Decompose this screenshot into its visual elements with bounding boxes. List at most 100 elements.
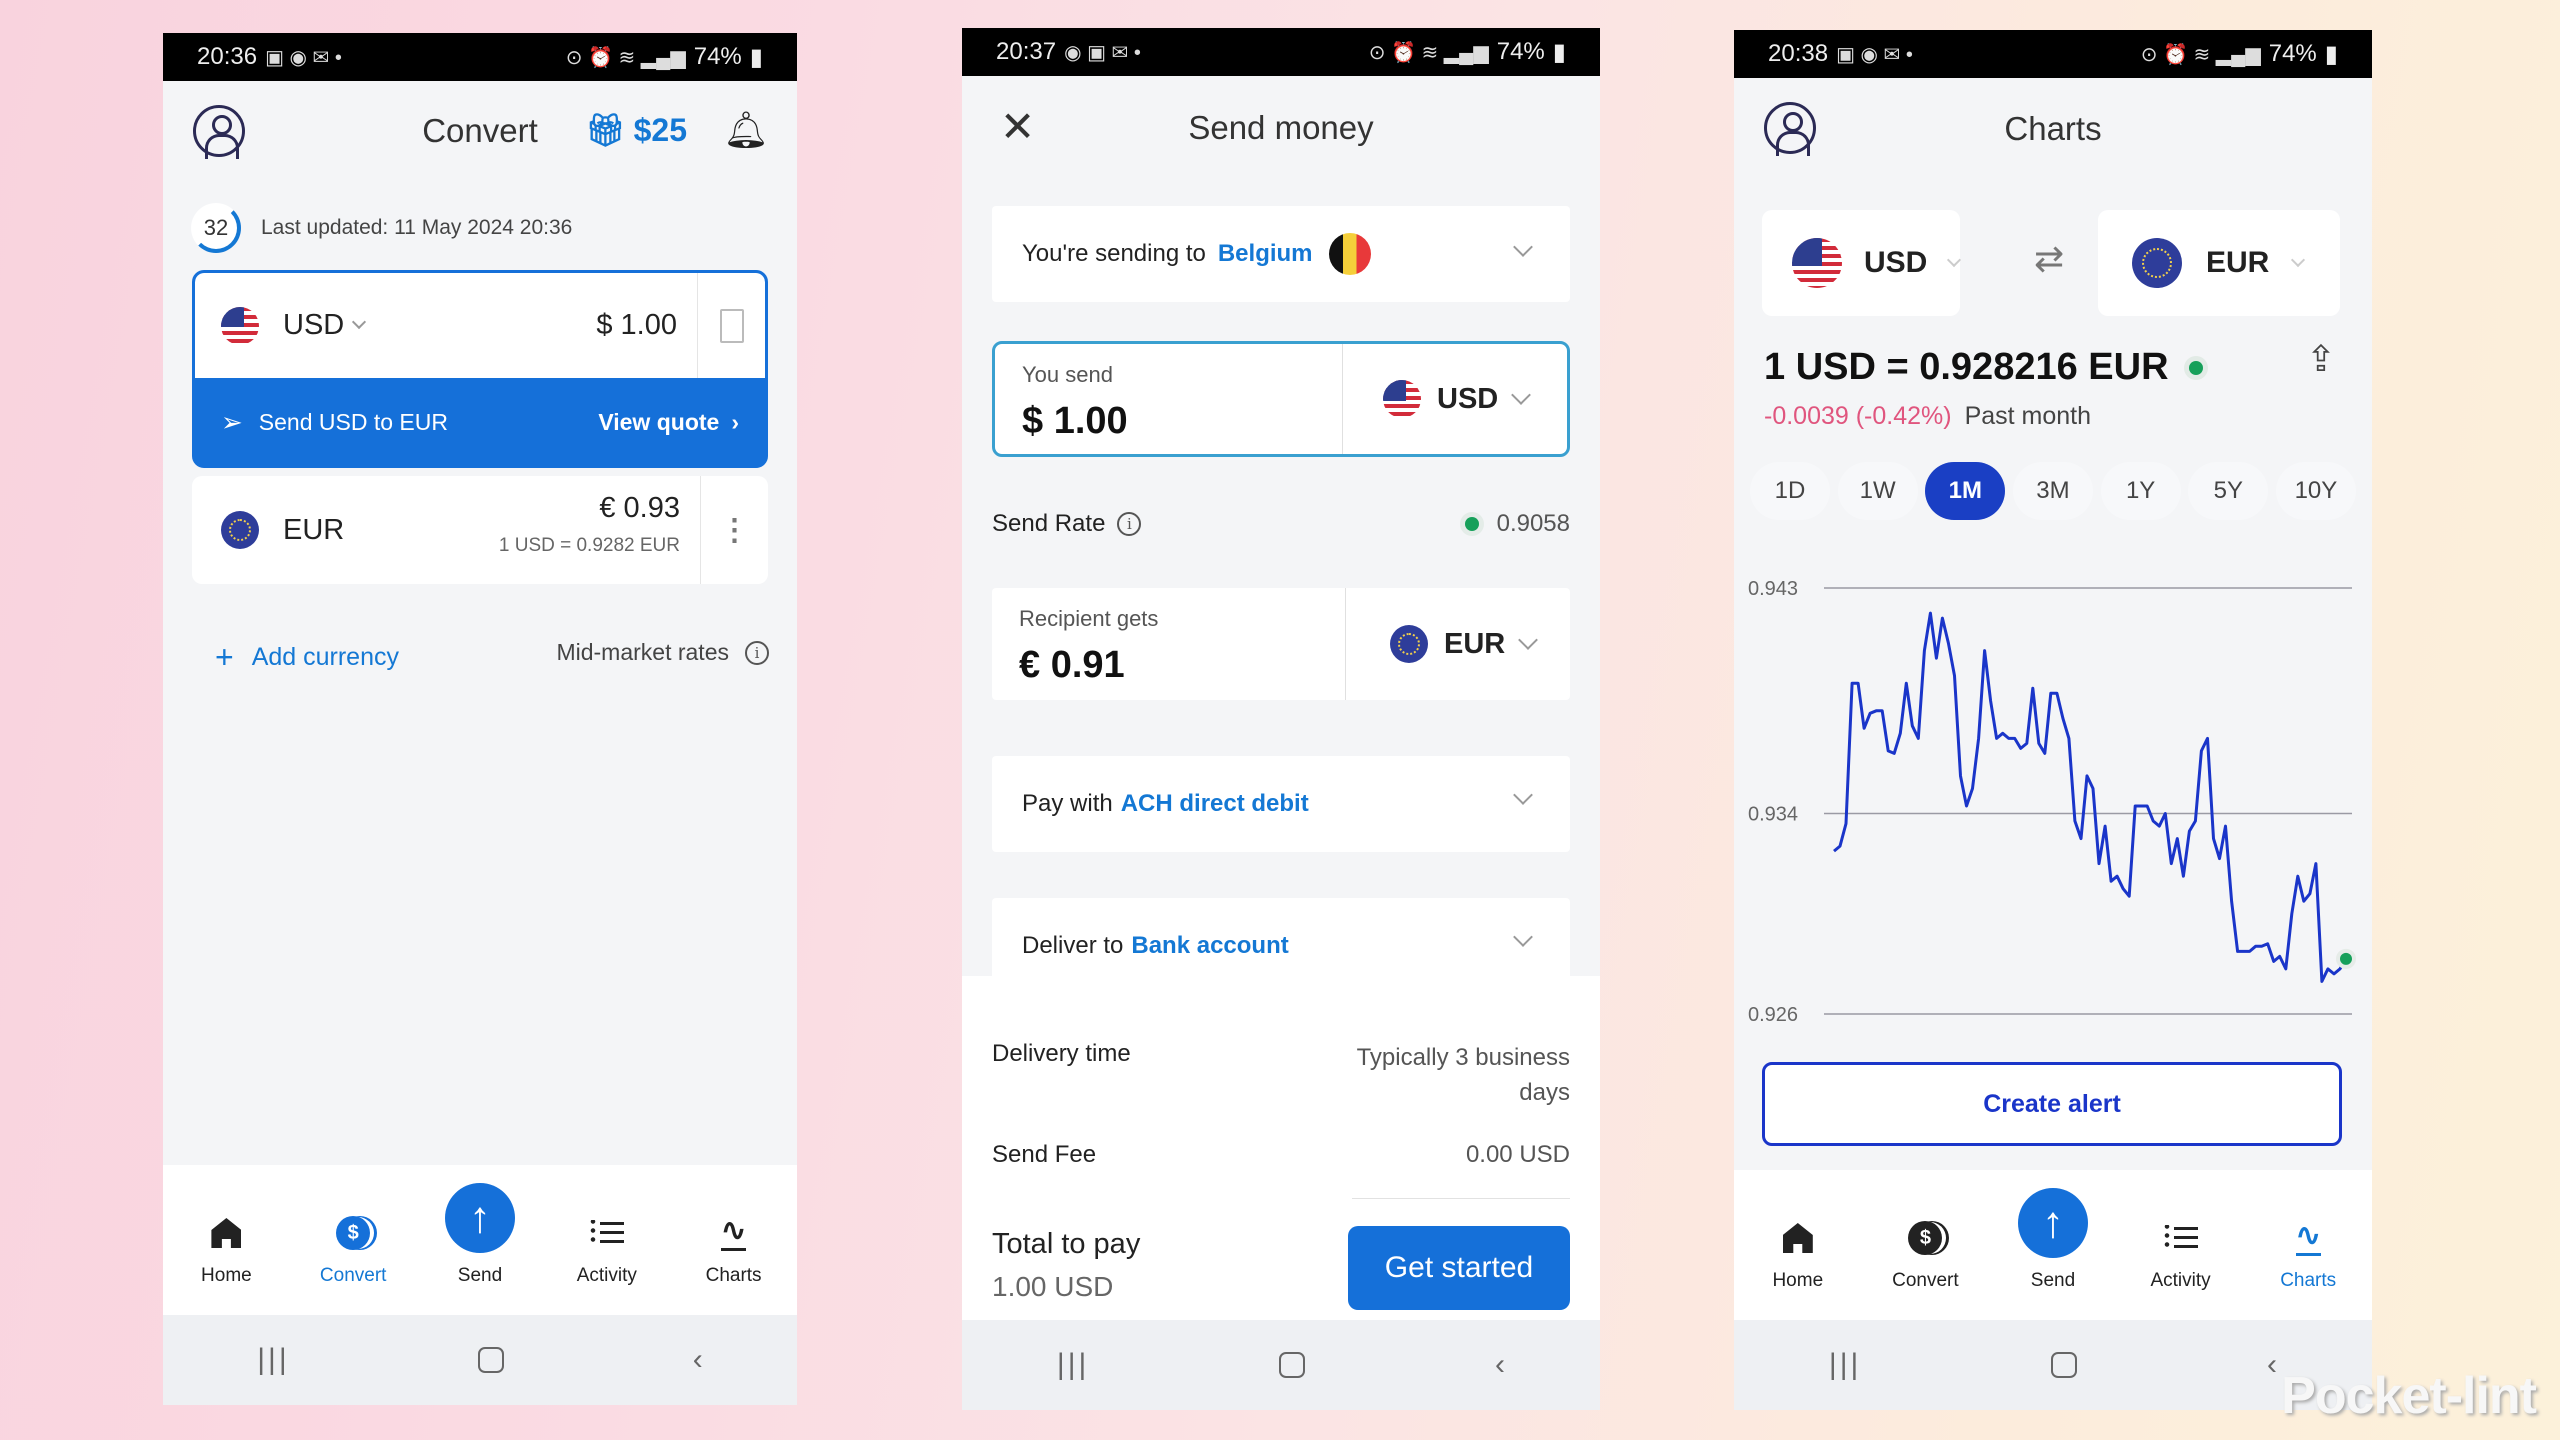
y-tick-label: 0.943 (1748, 578, 1798, 600)
nav-convert[interactable]: $ Convert (303, 1213, 403, 1287)
home-button[interactable] (2051, 1352, 2078, 1378)
source-currency-code[interactable]: USD (283, 309, 344, 342)
range-tab-10y[interactable]: 10Y (2275, 462, 2356, 520)
more-options-icon[interactable]: ⋮ (700, 476, 768, 584)
from-currency-selector[interactable]: USD (1762, 210, 1962, 316)
calculator-icon[interactable] (697, 273, 765, 378)
send-rate-label: Send Rate (992, 510, 1106, 537)
nav-charts-label: Charts (705, 1265, 762, 1286)
home-button[interactable] (478, 1347, 505, 1373)
destination-selector[interactable]: You're sending to Belgium (992, 206, 1570, 302)
last-updated-text: Last updated: 11 May 2024 20:36 (261, 216, 573, 239)
nav-activity-label: Activity (2150, 1270, 2211, 1291)
add-currency-button[interactable]: + Add currency (215, 639, 399, 676)
you-send-amount[interactable]: $ 1.00 (1022, 400, 1315, 443)
target-currency-code[interactable]: EUR (283, 514, 344, 547)
convert-screen: 20:36 ▣ ◉ ✉ • ⊙ ⏰ ≋ ▂▄▆ 74% ▮ Convert 🎁︎ $2… (163, 33, 797, 1405)
charts-screen: 20:38 ▣ ◉ ✉ • ⊙ ⏰ ≋ ▂▄▆ 74% ▮ Charts USD ⇄ … (1734, 30, 2372, 1410)
recipient-currency-selector[interactable]: EUR (1345, 588, 1570, 700)
info-icon[interactable]: i (1117, 512, 1142, 536)
nav-activity-label: Activity (576, 1265, 637, 1286)
rate-chart: 0.926 0.934 0.943 (1748, 578, 2356, 1026)
nav-convert[interactable]: $ Convert (1875, 1218, 1975, 1292)
send-money-screen: 20:37 ◉ ▣ ✉ • ⊙ ⏰ ≋ ▂▄▆ 74% ▮ ✕ Send money … (962, 28, 1600, 1410)
profile-icon[interactable] (1764, 102, 1816, 156)
recents-button[interactable]: ||| (1829, 1348, 1861, 1382)
range-tab-1d[interactable]: 1D (1750, 462, 1830, 520)
signal-icons: ⊙ ⏰ ≋ ▂▄▆ (2140, 43, 2261, 66)
to-currency-selector[interactable]: EUR (2098, 210, 2340, 316)
view-quote-link[interactable]: View quote (598, 409, 719, 436)
nav-home[interactable]: Home (1748, 1218, 1848, 1292)
reward-button[interactable]: 🎁︎ $25 (585, 111, 687, 149)
create-alert-button[interactable]: Create alert (1762, 1062, 2342, 1146)
chevron-down-icon (1513, 785, 1533, 805)
reward-amount: $25 (633, 111, 687, 148)
recipient-gets-field[interactable]: Recipient gets € 0.91 EUR (992, 588, 1570, 700)
convert-icon: $ (1908, 1221, 1943, 1255)
send-quote-bar[interactable]: ➢ Send USD to EUR View quote › (195, 378, 765, 465)
recents-button[interactable]: ||| (257, 1343, 289, 1377)
source-amount[interactable]: $ 1.00 (596, 309, 677, 342)
share-icon[interactable]: ⇪ (2306, 338, 2336, 380)
back-button[interactable]: ‹ (2267, 1348, 2277, 1382)
us-flag-icon (1383, 380, 1421, 418)
nav-send[interactable]: ↑ Send (430, 1183, 530, 1287)
close-icon[interactable]: ✕ (1000, 102, 1035, 151)
last-updated-row: 32 Last updated: 11 May 2024 20:36 (191, 203, 572, 253)
destination-country: Belgium (1217, 240, 1313, 267)
range-tab-3m[interactable]: 3M (2012, 462, 2093, 520)
battery-level: 74% (693, 43, 742, 70)
nav-activity[interactable]: Activity (2131, 1218, 2231, 1292)
fee-value: 0.00 USD (1465, 1141, 1570, 1168)
us-flag-icon (221, 306, 259, 345)
chevron-down-icon (1518, 630, 1539, 650)
get-started-button[interactable]: Get started (1348, 1226, 1570, 1310)
total-value: 1.00 USD (992, 1271, 1114, 1302)
nav-home[interactable]: Home (176, 1213, 276, 1287)
chevron-down-icon[interactable] (352, 314, 367, 329)
nav-charts[interactable]: ∿ Charts (2258, 1218, 2358, 1292)
range-tab-5y[interactable]: 5Y (2188, 462, 2269, 520)
latest-point-marker (2336, 948, 2356, 969)
range-tab-1m[interactable]: 1M (1925, 462, 2006, 520)
nav-send[interactable]: ↑ Send (2003, 1188, 2103, 1292)
back-button[interactable]: ‹ (693, 1343, 703, 1377)
system-nav: ||| ‹ (962, 1320, 1600, 1410)
target-amount: € 0.93 (599, 492, 680, 524)
fee-label: Send Fee (992, 1141, 1097, 1168)
mid-market-label: Mid-market rates (556, 639, 729, 665)
bell-icon[interactable]: 🔔︎ (723, 109, 769, 151)
header: Charts (1734, 78, 2372, 180)
send-currency-selector[interactable]: USD (1342, 344, 1567, 454)
target-currency-card: EUR € 0.93 1 USD = 0.9282 EUR ⋮ (192, 476, 768, 584)
pay-with-selector[interactable]: Pay with ACH direct debit (992, 756, 1570, 852)
send-plane-icon: ➢ (221, 406, 243, 437)
recipient-amount[interactable]: € 0.91 (1019, 644, 1318, 687)
deliver-label: Deliver to (1022, 932, 1124, 959)
recents-button[interactable]: ||| (1057, 1348, 1089, 1382)
chevron-down-icon (1511, 385, 1532, 405)
belgium-flag-icon (1328, 233, 1371, 275)
nav-activity[interactable]: Activity (557, 1213, 657, 1287)
page-title: Charts (2004, 110, 2102, 147)
total-label: Total to pay (992, 1228, 1141, 1260)
watermark-logo: Pocket-lint (2281, 1367, 2537, 1425)
range-tab-1y[interactable]: 1Y (2100, 462, 2181, 520)
swap-icon[interactable]: ⇄ (2034, 238, 2064, 280)
nav-home-label: Home (201, 1265, 252, 1286)
chevron-right-icon: › (731, 408, 739, 435)
bottom-nav: Home $ Convert ↑ Send Activity ∿ Charts (1734, 1170, 2372, 1320)
nav-charts[interactable]: ∿ Charts (684, 1213, 784, 1287)
back-button[interactable]: ‹ (1495, 1348, 1505, 1382)
you-send-field[interactable]: You send $ 1.00 USD (992, 341, 1570, 457)
mid-market-info[interactable]: Mid-market rates i (556, 639, 769, 666)
profile-icon[interactable] (193, 105, 245, 159)
live-indicator-icon (2188, 360, 2203, 375)
range-tab-1w[interactable]: 1W (1837, 462, 1918, 520)
convert-icon: $ (336, 1216, 371, 1250)
refresh-countdown: 32 (191, 203, 241, 253)
home-button[interactable] (1279, 1352, 1306, 1378)
signal-icons: ⊙ ⏰ ≋ ▂▄▆ (1368, 41, 1489, 64)
to-currency-code: EUR (2206, 246, 2270, 279)
